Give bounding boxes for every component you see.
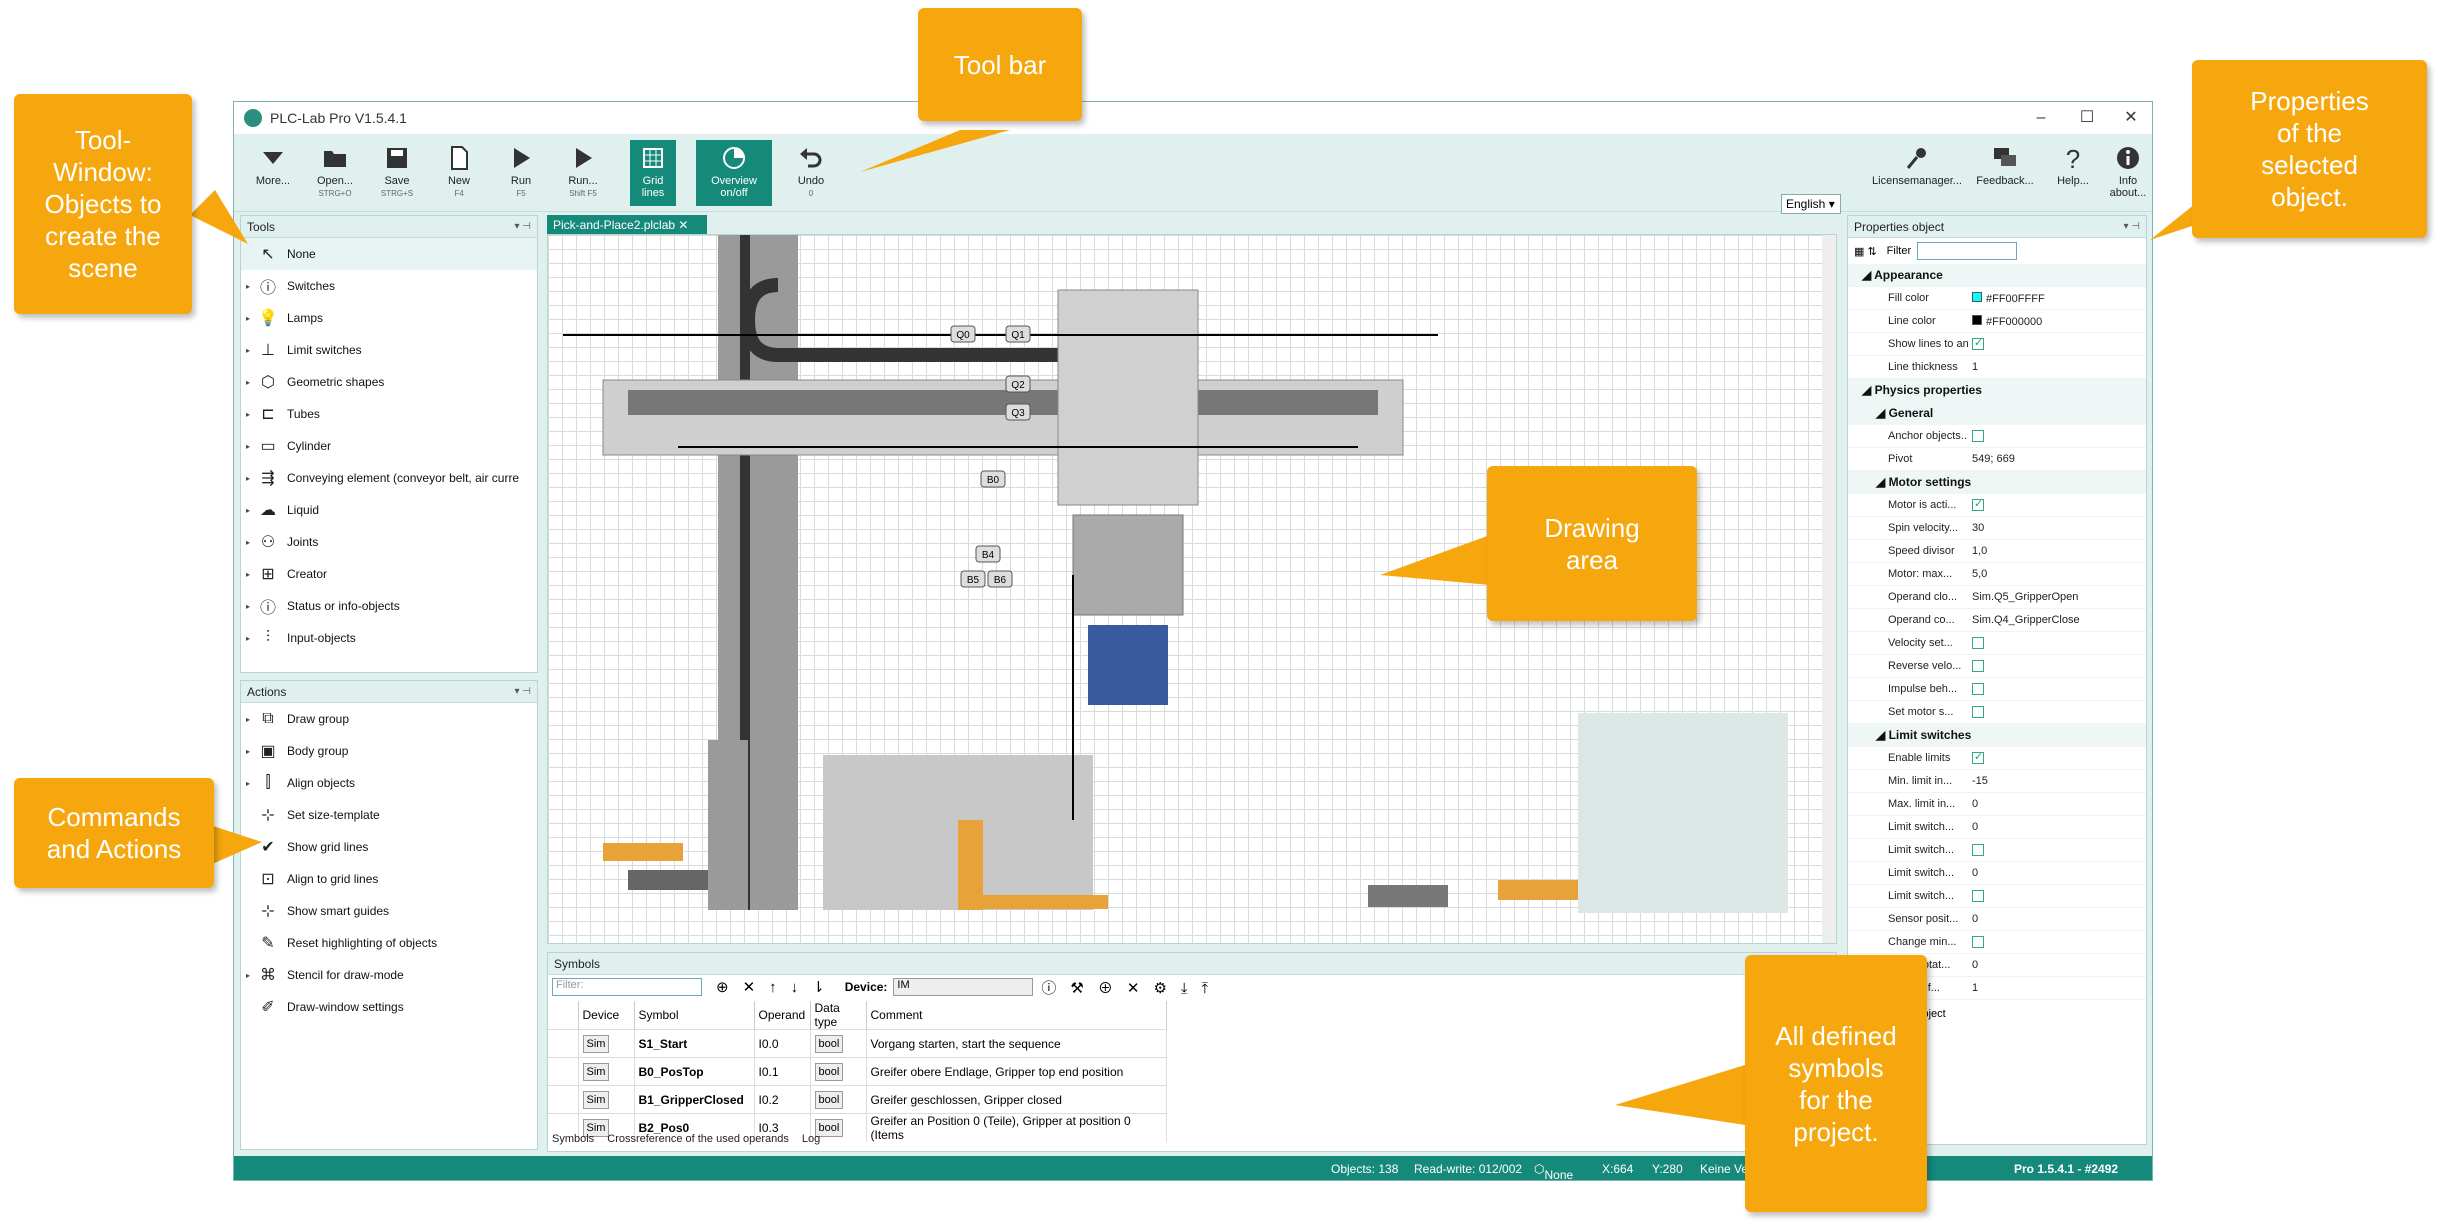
toolbar-callout: Tool bar bbox=[918, 8, 1082, 121]
callout-line: Commands bbox=[47, 802, 181, 832]
callout-line: area bbox=[1565, 544, 1619, 575]
toolbar-callout-pointer bbox=[860, 130, 1010, 172]
callout-line: of the bbox=[2276, 118, 2343, 148]
callout-line: for the bbox=[1799, 1084, 1873, 1115]
drawing-callout-pointer bbox=[1380, 535, 1490, 585]
callout-text: Commands and Actions bbox=[47, 801, 181, 865]
callout-line: Objects to bbox=[44, 189, 162, 219]
callout-text: Drawing area bbox=[1544, 512, 1639, 576]
callout-line: symbols bbox=[1788, 1052, 1884, 1083]
callout-pointers bbox=[190, 130, 2225, 1125]
callout-line: All defined bbox=[1775, 1020, 1897, 1051]
callout-line: Tool- bbox=[74, 125, 132, 155]
commands-callout: Commands and Actions bbox=[14, 778, 214, 888]
callout-line: Drawing bbox=[1544, 512, 1640, 543]
callout-text: Tool- Window: Objects to create the scene bbox=[44, 124, 161, 284]
callout-line: project. bbox=[1793, 1116, 1879, 1147]
properties-callout: Properties of the selected object. bbox=[2192, 60, 2427, 238]
callout-line: object. bbox=[2271, 182, 2348, 212]
callout-line: and Actions bbox=[46, 834, 182, 864]
callout-text: All defined symbols for the project. bbox=[1775, 1020, 1896, 1148]
symbols-callout-pointer bbox=[1615, 1065, 1745, 1125]
callout-line: Tool bar bbox=[953, 49, 1047, 80]
callout-line: create the bbox=[45, 221, 161, 251]
toolwindow-callout-pointer bbox=[190, 190, 248, 244]
callout-line: selected bbox=[2261, 150, 2358, 180]
callout-line: Window: bbox=[53, 157, 153, 187]
toolwindow-callout: Tool- Window: Objects to create the scene bbox=[14, 94, 192, 314]
callout-text: Properties of the selected object. bbox=[2250, 85, 2369, 213]
callout-text: Tool bar bbox=[954, 49, 1047, 81]
callout-line: scene bbox=[68, 253, 138, 283]
symbols-callout: All defined symbols for the project. bbox=[1745, 955, 1927, 1212]
callout-line: Properties bbox=[2250, 86, 2369, 116]
screenshot-stage: PLC-Lab Pro V1.5.4.1 – ☐ ✕ More... Open.… bbox=[0, 0, 2440, 1224]
commands-callout-pointer bbox=[210, 825, 262, 865]
drawing-callout: Drawing area bbox=[1487, 466, 1697, 621]
